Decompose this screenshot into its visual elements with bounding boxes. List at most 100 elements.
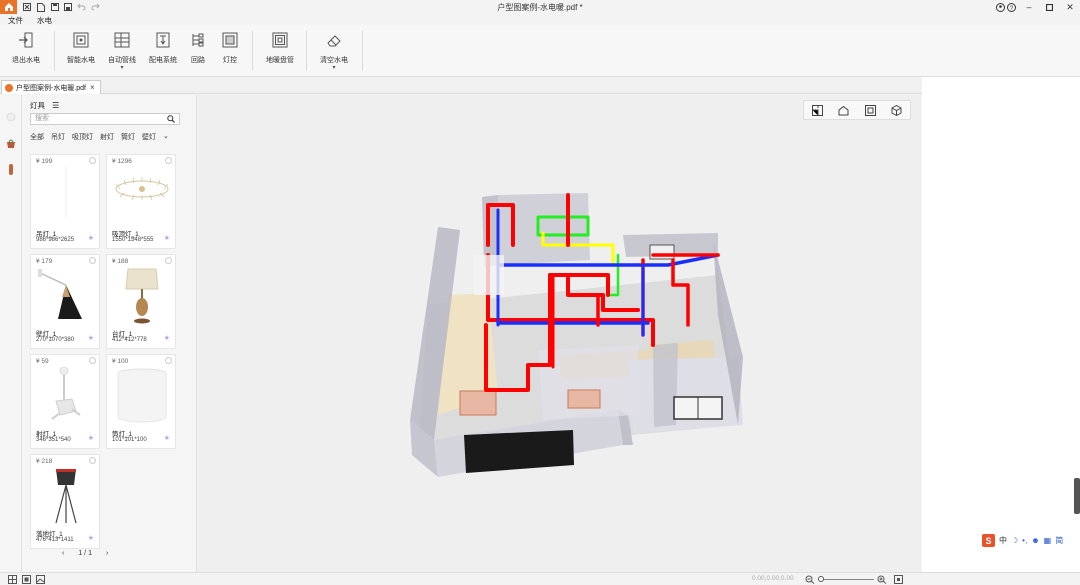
light-category-icon[interactable] xyxy=(5,111,17,123)
light-control-icon xyxy=(222,32,238,48)
product-price: ¥ 100 xyxy=(112,358,129,365)
download-icon[interactable] xyxy=(165,357,172,364)
product-price: ¥ 218 xyxy=(36,458,53,465)
prev-page-icon[interactable]: ‹ xyxy=(62,550,64,557)
status-bar: 0.00,0.00,0.00 xyxy=(0,572,1080,585)
search-icon[interactable] xyxy=(167,115,175,123)
floor-heating-label: 地暖盘管 xyxy=(266,57,294,64)
category-tab[interactable]: 吊灯 xyxy=(51,132,65,142)
light-control-label: 灯控 xyxy=(223,57,237,64)
grid-view-icon[interactable] xyxy=(8,575,17,584)
product-price: ¥ 188 xyxy=(112,258,129,265)
document-tab[interactable]: 户型图案例-水电暖.pdf × xyxy=(1,80,101,94)
punctuation-icon[interactable]: •, xyxy=(1022,536,1027,545)
list-view-icon[interactable]: ☰ xyxy=(52,101,59,110)
download-icon[interactable] xyxy=(89,257,96,264)
zoom-out-icon[interactable] xyxy=(805,575,815,584)
product-dimensions: 1550*1548*555 xyxy=(112,237,154,243)
smart-label: 智能水电 xyxy=(67,57,95,64)
favorite-star-icon[interactable]: ★ xyxy=(164,334,170,342)
page-indicator: 1 / 1 xyxy=(78,550,92,557)
moon-icon[interactable]: ☽ xyxy=(1011,536,1018,545)
category-tab[interactable]: 吸顶灯 xyxy=(72,132,93,142)
heater-category-icon[interactable] xyxy=(5,163,17,175)
emoji-icon[interactable]: ☻ xyxy=(1031,536,1039,545)
floor-heating-button[interactable]: 地暖盘管 xyxy=(258,31,302,65)
category-tab[interactable]: 全部 xyxy=(30,132,44,142)
zoom-in-icon[interactable] xyxy=(877,575,887,584)
download-icon[interactable] xyxy=(165,257,172,264)
auto-pipe-button[interactable]: 自动管线 ▾ xyxy=(100,31,144,71)
window xyxy=(459,390,497,416)
pot-category-icon[interactable] xyxy=(5,137,17,149)
smart-water-electric-button[interactable]: 智能水电 xyxy=(59,31,103,65)
product-card[interactable]: ¥ 218 落地灯_1 476*413*1411 ★ xyxy=(30,454,100,549)
category-tab[interactable]: 壁灯 xyxy=(142,132,156,142)
right-properties-pane xyxy=(922,77,1080,572)
fit-view-icon[interactable] xyxy=(894,575,903,584)
distribution-icon xyxy=(156,32,170,48)
window xyxy=(567,389,601,409)
favorite-star-icon[interactable]: ★ xyxy=(88,534,94,542)
download-icon[interactable] xyxy=(89,357,96,364)
lighting-panel: 灯具 ☰ 搜索 全部 吊灯 吸顶灯 射灯 筒灯 壁灯 ⌄ ¥ 199 吊灯_1 … xyxy=(22,95,197,572)
ribbon-separator xyxy=(362,31,363,71)
smart-icon xyxy=(73,32,89,48)
search-placeholder: 搜索 xyxy=(35,115,49,122)
distribution-label: 配电系统 xyxy=(149,57,177,64)
clear-water-electric-button[interactable]: 清空水电 ▾ xyxy=(312,31,356,71)
panel-title-text: 灯具 xyxy=(30,101,45,110)
snap-icon[interactable] xyxy=(22,575,31,584)
maximize-icon[interactable] xyxy=(1042,1,1056,13)
3d-viewport[interactable] xyxy=(198,95,921,572)
product-card[interactable]: ¥ 188 台灯_1 412*412*778 ★ xyxy=(106,254,176,349)
side-scroll-handle[interactable] xyxy=(1074,478,1080,514)
product-price: ¥ 1296 xyxy=(112,158,132,165)
category-tab[interactable]: 射灯 xyxy=(100,132,114,142)
zoom-slider-handle[interactable] xyxy=(818,576,824,582)
product-card[interactable]: ¥ 1296 吸顶灯_1 1550*1548*555 ★ xyxy=(106,154,176,249)
sogou-logo-icon[interactable]: S xyxy=(982,534,995,547)
minimize-icon[interactable]: – xyxy=(1022,1,1036,13)
ribbon-separator xyxy=(54,31,55,71)
zoom-slider[interactable] xyxy=(818,579,874,580)
ime-toolbar: S 中 ☽ •, ☻ ▦ 简 xyxy=(980,533,1080,548)
downlight-thumbnail xyxy=(117,368,167,423)
product-card[interactable]: ¥ 179 壁灯_1 270*1070*380 ★ xyxy=(30,254,100,349)
product-dimensions: 270*1070*380 xyxy=(36,337,75,343)
document-icon xyxy=(5,83,13,92)
product-card[interactable]: ¥ 100 筒灯_1 101*101*100 ★ xyxy=(106,354,176,449)
exit-icon xyxy=(19,32,33,48)
favorite-star-icon[interactable]: ★ xyxy=(88,334,94,342)
chevron-down-icon[interactable]: ⌄ xyxy=(163,132,169,142)
product-card[interactable]: ¥ 199 吊灯_1 986*986*2625 ★ xyxy=(30,154,100,249)
keyboard-icon[interactable]: ▦ xyxy=(1044,536,1052,545)
floor-lamp-thumbnail xyxy=(55,469,77,524)
image-icon[interactable] xyxy=(36,575,45,584)
product-card[interactable]: ¥ 59 射灯_1 346*351*540 ★ xyxy=(30,354,100,449)
download-icon[interactable] xyxy=(89,457,96,464)
favorite-star-icon[interactable]: ★ xyxy=(88,434,94,442)
help-icon[interactable]: ? xyxy=(1004,1,1018,13)
document-tab-strip: 户型图案例-水电暖.pdf × xyxy=(0,78,1080,94)
next-page-icon[interactable]: › xyxy=(106,550,108,557)
search-input[interactable]: 搜索 xyxy=(30,113,180,125)
download-icon[interactable] xyxy=(89,157,96,164)
favorite-star-icon[interactable]: ★ xyxy=(164,234,170,242)
floor-heating-icon xyxy=(272,32,288,48)
table-lamp-thumbnail xyxy=(125,268,159,324)
loop-icon xyxy=(192,33,204,47)
favorite-star-icon[interactable]: ★ xyxy=(164,434,170,442)
favorite-star-icon[interactable]: ★ xyxy=(88,234,94,242)
close-tab-icon[interactable]: × xyxy=(90,83,95,92)
close-window-icon[interactable]: ✕ xyxy=(1063,1,1077,13)
entry-door xyxy=(464,430,574,473)
ime-language[interactable]: 中 xyxy=(999,535,1007,546)
category-tab[interactable]: 筒灯 xyxy=(121,132,135,142)
light-control-button[interactable]: 灯控 xyxy=(208,31,252,65)
auto-pipe-icon xyxy=(114,32,130,48)
exit-water-electric-button[interactable]: 退出水电 xyxy=(4,31,48,65)
chevron-down-icon: ▾ xyxy=(120,65,124,71)
ime-mode[interactable]: 简 xyxy=(1055,535,1063,546)
download-icon[interactable] xyxy=(165,157,172,164)
